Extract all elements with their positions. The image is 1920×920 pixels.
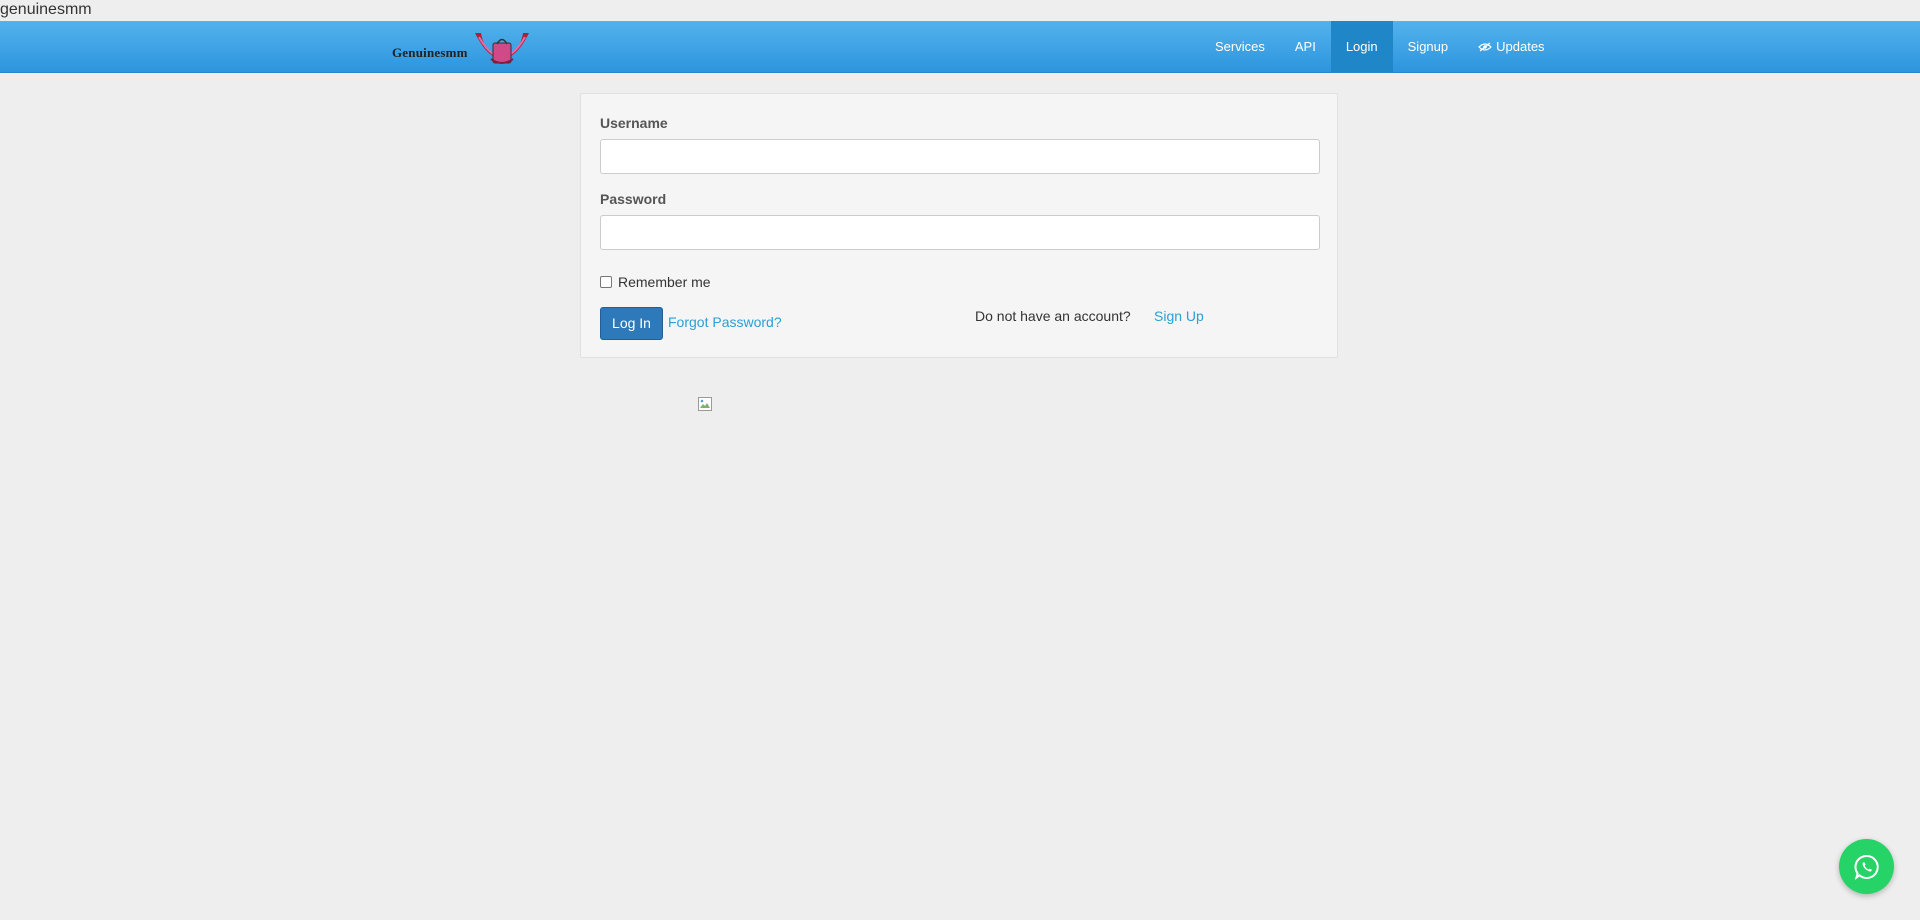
brand-logo[interactable]: Genuinesmm bbox=[391, 27, 533, 67]
remember-me: Remember me bbox=[600, 274, 711, 290]
nav-login-label: Login bbox=[1345, 39, 1378, 54]
remember-checkbox[interactable] bbox=[600, 276, 612, 288]
no-account-text: Do not have an account? bbox=[975, 308, 1131, 324]
nav-services-label: Services bbox=[1215, 39, 1265, 54]
nav-api[interactable]: API bbox=[1280, 21, 1331, 72]
password-input[interactable] bbox=[600, 215, 1320, 250]
main-nav: Services API Login Signup Updates bbox=[1200, 21, 1560, 72]
brand-text: Genuinesmm bbox=[392, 45, 468, 60]
password-label: Password bbox=[600, 191, 667, 207]
whatsapp-icon bbox=[1854, 854, 1879, 880]
username-input[interactable] bbox=[600, 139, 1320, 174]
nav-updates[interactable]: Updates bbox=[1463, 21, 1559, 72]
broken-image-icon bbox=[698, 397, 712, 411]
whatsapp-button[interactable] bbox=[1839, 839, 1894, 894]
nav-signup[interactable]: Signup bbox=[1393, 21, 1463, 72]
username-label: Username bbox=[600, 115, 668, 131]
forgot-password-link[interactable]: Forgot Password? bbox=[668, 314, 782, 330]
login-panel: Username Password Remember me Log In For… bbox=[580, 93, 1338, 358]
signup-link[interactable]: Sign Up bbox=[1154, 308, 1204, 324]
logo-bag-icon bbox=[475, 33, 529, 64]
nav-api-label: API bbox=[1294, 39, 1316, 54]
eye-slash-icon bbox=[1478, 42, 1492, 51]
nav-updates-label: Updates bbox=[1496, 39, 1545, 54]
navbar: Genuinesmm Services API Login Signup Upd… bbox=[0, 21, 1920, 73]
nav-services[interactable]: Services bbox=[1200, 21, 1280, 72]
remember-label: Remember me bbox=[618, 274, 711, 290]
login-button[interactable]: Log In bbox=[600, 307, 663, 340]
nav-signup-label: Signup bbox=[1407, 39, 1449, 54]
site-title: genuinesmm bbox=[0, 1, 92, 18]
nav-login[interactable]: Login bbox=[1330, 21, 1393, 72]
